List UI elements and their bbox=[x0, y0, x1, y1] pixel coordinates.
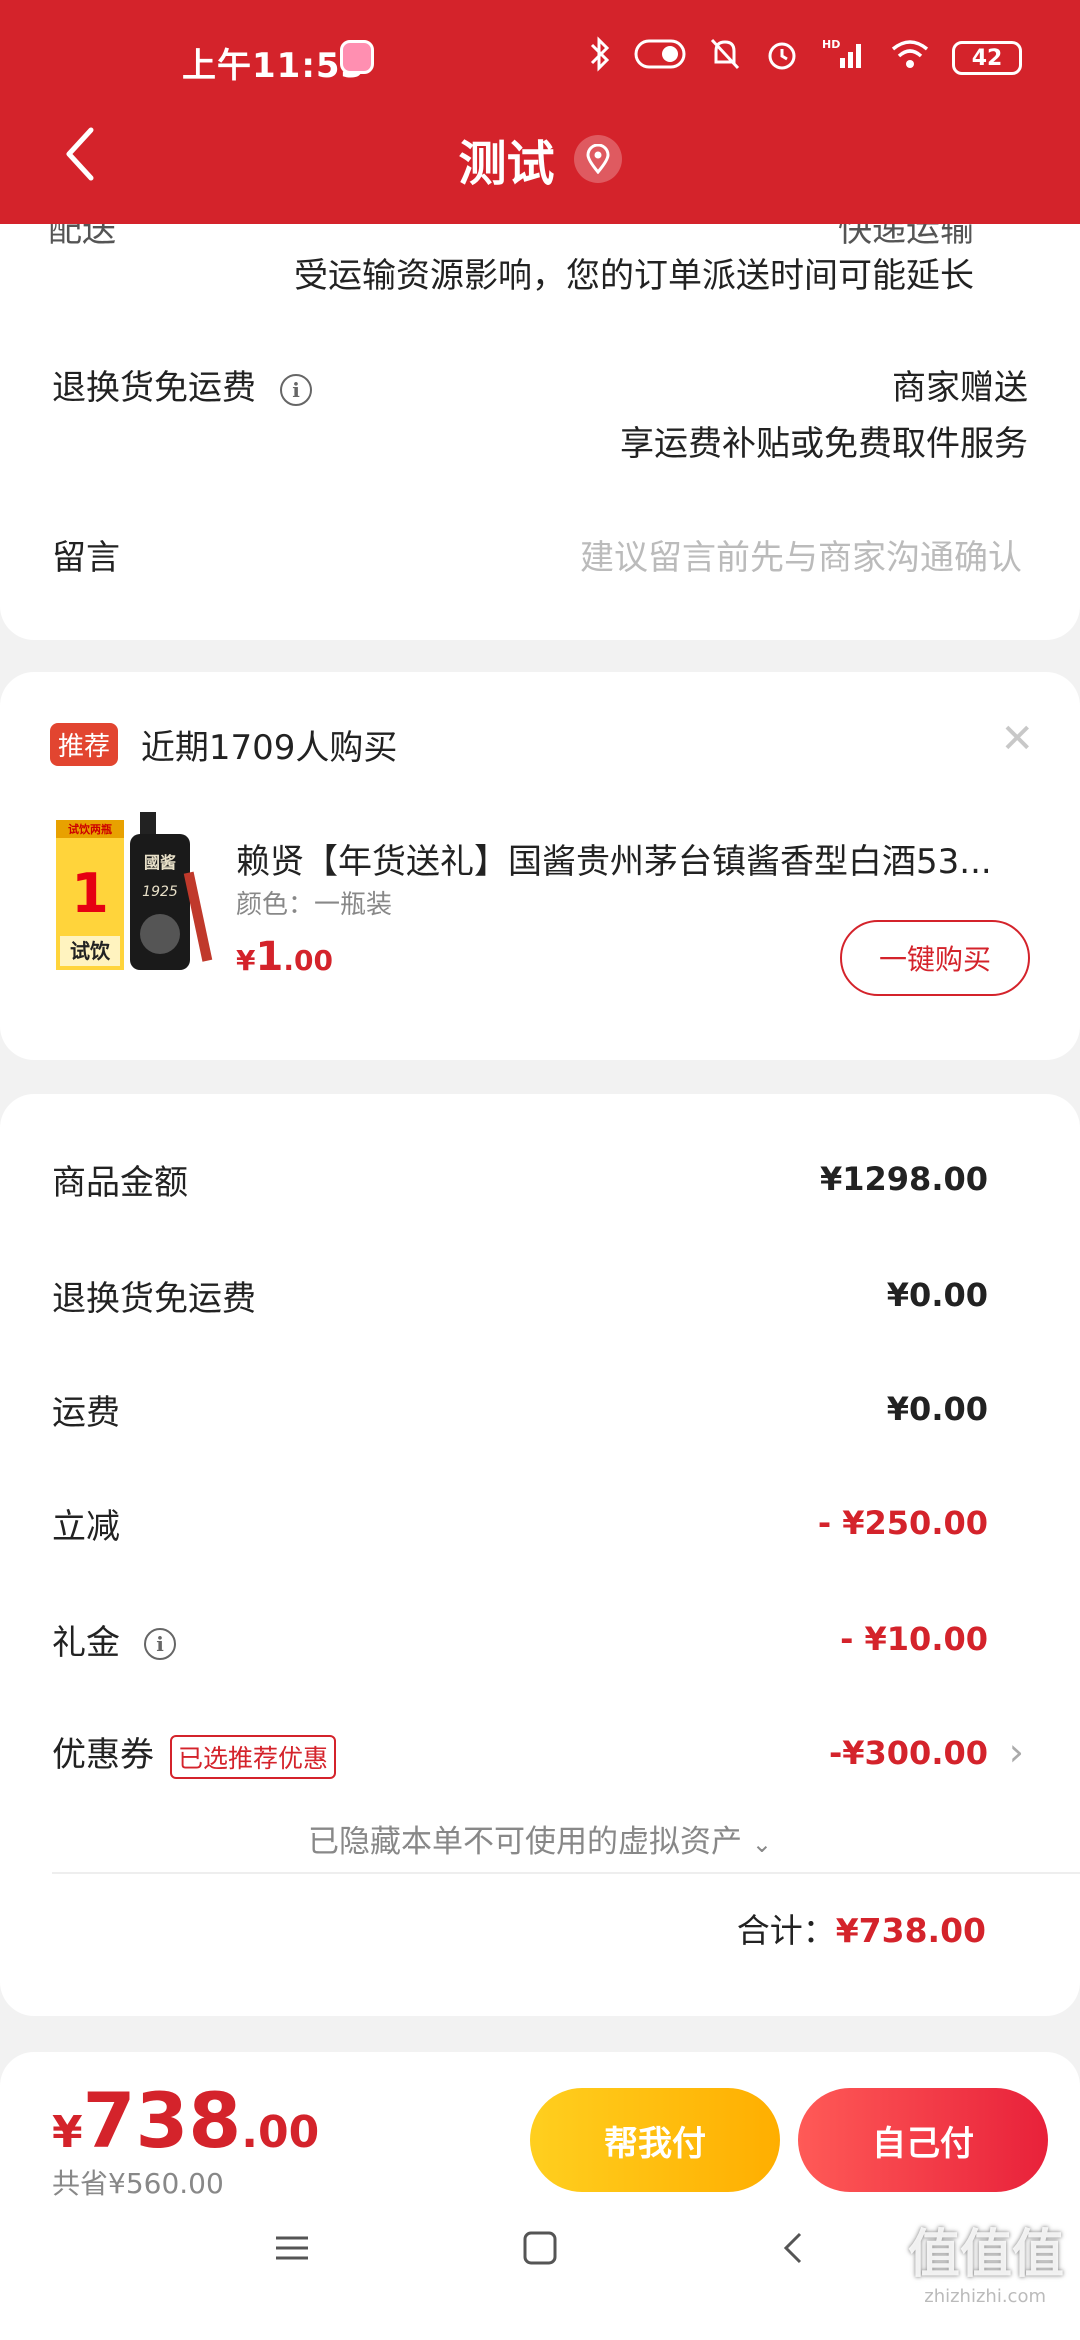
battery-indicator: 42 bbox=[952, 41, 1022, 75]
info-icon[interactable]: i bbox=[280, 373, 312, 406]
watermark-url: zhizhizhi.com bbox=[924, 2286, 1046, 2307]
discount-value: - ¥250.00 bbox=[817, 1504, 988, 1542]
freight-value: ¥0.00 bbox=[886, 1390, 988, 1428]
coupon-value: -¥300.00 bbox=[828, 1734, 988, 1772]
pay-symbol: ¥ bbox=[52, 2107, 83, 2158]
app-notification-icon bbox=[340, 40, 374, 74]
return-freight-label: 退换货免运费 bbox=[52, 368, 256, 408]
recommend-tag: 推荐 bbox=[50, 723, 119, 766]
pay-dec: .00 bbox=[241, 2107, 320, 2158]
page-title: 测试 bbox=[458, 136, 555, 192]
chevron-down-icon: ⌄ bbox=[751, 1830, 772, 1858]
app-header: 上午11:53 HD 42 测试 bbox=[0, 0, 1080, 224]
return-fee-row: 退换货免运费 ¥0.00 bbox=[52, 1270, 988, 1320]
return-freight-row[interactable]: 退换货免运费 i 商家赠送 享运费补贴或免费取件服务 bbox=[52, 360, 1028, 464]
hidden-assets-toggle[interactable]: 已隐藏本单不可使用的虚拟资产 ⌄ bbox=[0, 1816, 1080, 1861]
coupon-tag: 已选推荐优惠 bbox=[170, 1734, 337, 1779]
status-icons: HD 42 bbox=[588, 36, 1022, 80]
goods-amount-value: ¥1298.00 bbox=[819, 1160, 988, 1198]
img-promo-price: 1 bbox=[71, 862, 109, 925]
message-input[interactable]: 建议留言前先与商家沟通确认 bbox=[580, 530, 1022, 579]
self-pay-button[interactable]: 自己付 bbox=[798, 2088, 1048, 2192]
product-price-dec: .00 bbox=[283, 944, 333, 977]
delivery-delay-note: 受运输资源影响，您的订单派送时间可能延长 bbox=[294, 256, 974, 296]
recommend-card: 推荐 近期1709人购买 ✕ 试饮两瓶 1 试饮 國酱 1925 赖贤【年货送礼… bbox=[0, 672, 1080, 1060]
signal-icon: HD bbox=[822, 36, 868, 80]
pay-int: 738 bbox=[82, 2076, 242, 2165]
return-fee-label: 退换货免运费 bbox=[52, 1278, 256, 1319]
gift-row: 礼金 i - ¥10.00 bbox=[52, 1614, 988, 1664]
message-label: 留言 bbox=[52, 538, 120, 578]
alarm-icon bbox=[764, 36, 800, 80]
goods-amount-row: 商品金额 ¥1298.00 bbox=[52, 1154, 988, 1204]
img-promo-top: 试饮两瓶 bbox=[68, 822, 112, 836]
hd-label: HD bbox=[822, 38, 840, 51]
coupon-row[interactable]: 优惠券 已选推荐优惠 -¥300.00 bbox=[52, 1727, 988, 1779]
hidden-assets-text: 已隐藏本单不可使用的虚拟资产 bbox=[308, 1824, 743, 1860]
product-price-int: 1 bbox=[255, 934, 284, 980]
status-time: 上午11:53 bbox=[182, 46, 366, 86]
discount-row: 立减 - ¥250.00 bbox=[52, 1498, 988, 1548]
location-icon[interactable] bbox=[573, 135, 622, 183]
home-icon[interactable] bbox=[522, 2230, 558, 2270]
message-row[interactable]: 留言 建议留言前先与商家沟通确认 bbox=[52, 530, 1028, 579]
bluetooth-icon bbox=[588, 36, 612, 80]
back-nav-icon[interactable] bbox=[776, 2230, 812, 2270]
product-spec: 颜色：一瓶装 bbox=[236, 890, 393, 920]
info-icon[interactable]: i bbox=[144, 1628, 176, 1660]
return-freight-value: 商家赠送 bbox=[892, 368, 1028, 408]
coupon-label-wrap: 优惠券 已选推荐优惠 bbox=[52, 1727, 337, 1779]
wifi-icon bbox=[890, 37, 930, 79]
recommend-headline: 近期1709人购买 bbox=[140, 728, 398, 768]
return-freight-desc: 享运费补贴或免费取件服务 bbox=[620, 424, 1028, 464]
coupon-label: 优惠券 bbox=[52, 1735, 154, 1776]
product-price-symbol: ¥ bbox=[236, 944, 256, 977]
menu-icon[interactable] bbox=[274, 2230, 310, 2270]
freight-label: 运费 bbox=[52, 1392, 120, 1433]
nav-bar: 测试 bbox=[0, 118, 1080, 198]
total-value: ¥738.00 bbox=[835, 1911, 986, 1950]
chevron-right-icon[interactable]: › bbox=[1009, 1730, 1024, 1774]
close-icon[interactable]: ✕ bbox=[1000, 716, 1034, 762]
bottle-year: 1925 bbox=[142, 884, 178, 900]
watermark-logo: 值值值 bbox=[907, 2225, 1064, 2285]
price-summary-card: 商品金额 ¥1298.00 退换货免运费 ¥0.00 运费 ¥0.00 立减 -… bbox=[0, 1094, 1080, 2016]
product-image[interactable]: 试饮两瓶 1 试饮 國酱 1925 bbox=[56, 812, 216, 972]
saved-amount: 共省¥560.00 bbox=[52, 2167, 224, 2200]
product-title[interactable]: 赖贤【年货送礼】国酱贵州茅台镇酱香型白酒53... bbox=[236, 834, 1020, 883]
gift-value: - ¥10.00 bbox=[840, 1620, 988, 1658]
help-pay-button[interactable]: 帮我付 bbox=[530, 2088, 780, 2192]
gift-label: 礼金 bbox=[52, 1622, 120, 1663]
product-price: ¥1.00 bbox=[236, 934, 333, 980]
status-bar: 上午11:53 HD 42 bbox=[0, 34, 1080, 90]
recommend-header: 推荐 近期1709人购买 bbox=[50, 720, 397, 769]
img-promo-bottom: 试饮 bbox=[70, 939, 111, 963]
total-label: 合计： bbox=[736, 1911, 836, 1950]
total-row: 合计：¥738.00 bbox=[737, 1904, 986, 1952]
freight-row: 运费 ¥0.00 bbox=[52, 1384, 988, 1434]
pay-amount: ¥738.00 bbox=[52, 2076, 319, 2165]
goods-amount-label: 商品金额 bbox=[52, 1162, 188, 1203]
divider bbox=[52, 1872, 1080, 1874]
mute-icon bbox=[708, 36, 742, 80]
bottle-label: 國酱 bbox=[144, 853, 176, 872]
discount-label: 立减 bbox=[52, 1506, 120, 1547]
title-container: 测试 bbox=[0, 124, 1080, 194]
return-fee-value: ¥0.00 bbox=[886, 1276, 988, 1314]
gift-label-wrap: 礼金 i bbox=[52, 1615, 176, 1664]
toggle-icon bbox=[634, 38, 686, 78]
one-click-buy-button[interactable]: 一键购买 bbox=[840, 920, 1030, 996]
